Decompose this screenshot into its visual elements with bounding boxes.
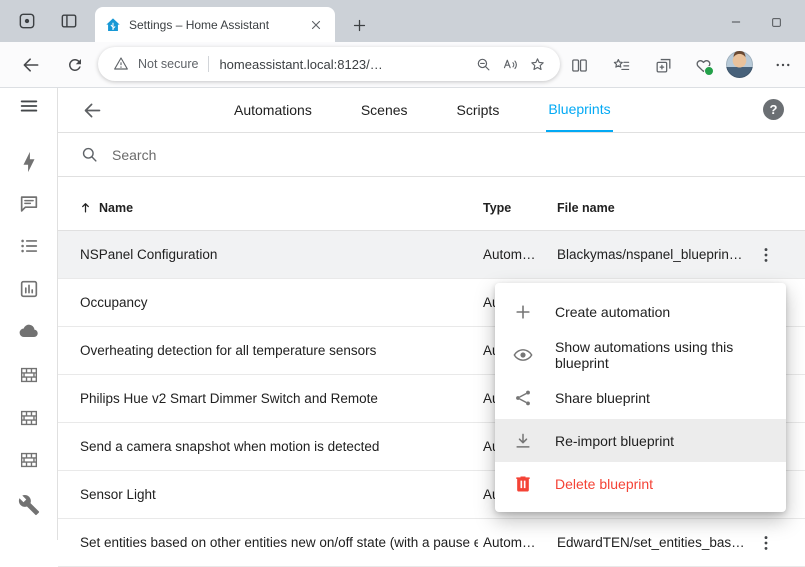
tab-close-icon[interactable] <box>307 16 325 34</box>
sidebar-item-integration-3[interactable] <box>13 444 45 476</box>
spacer <box>58 177 805 185</box>
row-overflow-icon[interactable] <box>754 531 778 555</box>
grid-icon <box>18 407 40 429</box>
column-name[interactable]: Name <box>78 185 133 230</box>
browser-tab[interactable]: Settings – Home Assistant <box>95 7 335 42</box>
profile-avatar[interactable] <box>726 51 753 78</box>
table-row[interactable]: NSPanel Configuration Autom… Blackymas/n… <box>58 231 805 279</box>
address-bar[interactable]: Not secure homeassistant.local:8123/… <box>98 47 560 81</box>
menu-item-create-automation[interactable]: Create automation <box>495 290 786 333</box>
security-label[interactable]: Not secure <box>138 57 198 71</box>
ha-header: Automations Scenes Scripts Blueprints ? <box>58 88 805 133</box>
column-file-name[interactable]: File name <box>557 185 615 230</box>
read-aloud-icon[interactable] <box>500 54 520 74</box>
browser-essentials-icon[interactable] <box>690 52 716 78</box>
menu-item-show-automations[interactable]: Show automations using this blueprint <box>495 333 786 376</box>
ha-back-icon[interactable] <box>80 98 104 122</box>
trash-icon <box>513 474 533 494</box>
chart-box-icon <box>18 278 40 300</box>
list-icon <box>18 235 40 257</box>
row-name: Sensor Light <box>80 471 156 518</box>
tab-actions-icon[interactable] <box>58 10 80 32</box>
tab-automations[interactable]: Automations <box>232 88 314 132</box>
tab-scenes[interactable]: Scenes <box>359 88 410 132</box>
search-input[interactable]: Search <box>112 147 156 163</box>
collections-icon[interactable] <box>650 52 676 78</box>
plus-icon <box>513 302 533 322</box>
eye-icon <box>513 345 533 365</box>
back-icon[interactable] <box>18 52 44 78</box>
row-type: Autom… <box>483 519 536 566</box>
row-context-menu: Create automation Show automations using… <box>495 283 786 512</box>
sort-ascending-icon <box>78 200 93 215</box>
address-divider <box>208 56 209 72</box>
zoom-out-icon[interactable] <box>473 54 493 74</box>
sidebar-item-developer-tools[interactable] <box>13 489 45 521</box>
url-text[interactable]: homeassistant.local:8123/… <box>219 57 466 72</box>
sidebar-item-cloud[interactable] <box>13 315 45 347</box>
table-row[interactable]: Set entities based on other entities new… <box>58 519 805 567</box>
status-badge <box>704 66 714 76</box>
column-type[interactable]: Type <box>483 185 511 230</box>
refresh-icon[interactable] <box>62 52 88 78</box>
download-icon <box>513 431 533 451</box>
grid-icon <box>18 449 40 471</box>
browser-toolbar: Not secure homeassistant.local:8123/… <box>0 42 805 88</box>
wrench-icon <box>18 494 40 516</box>
hamburger-icon <box>18 95 40 117</box>
row-name: NSPanel Configuration <box>80 231 217 278</box>
menu-item-share-blueprint[interactable]: Share blueprint <box>495 376 786 419</box>
sidebar-item-integration-1[interactable] <box>13 359 45 391</box>
sidebar-item-history[interactable] <box>13 273 45 305</box>
row-overflow-icon[interactable] <box>754 243 778 267</box>
ha-tab-bar: Automations Scenes Scripts Blueprints <box>232 88 613 132</box>
tab-blueprints[interactable]: Blueprints <box>546 88 612 132</box>
split-screen-icon[interactable] <box>566 52 592 78</box>
row-file: EdwardTEN/set_entities_bas… <box>557 519 745 566</box>
favorite-star-icon[interactable] <box>527 54 547 74</box>
grid-icon <box>18 364 40 386</box>
home-assistant-favicon <box>105 17 121 33</box>
share-icon <box>513 388 533 408</box>
sidebar-menu-button[interactable] <box>13 90 45 122</box>
row-name: Set entities based on other entities new… <box>80 519 478 566</box>
row-name: Occupancy <box>80 279 148 326</box>
workspaces-icon[interactable] <box>16 10 38 32</box>
ha-sidebar <box>0 88 58 540</box>
not-secure-warning-icon[interactable] <box>111 54 131 74</box>
browser-menu-icon[interactable] <box>770 52 796 78</box>
tab-scripts[interactable]: Scripts <box>455 88 502 132</box>
sidebar-item-energy[interactable] <box>13 146 45 178</box>
cloud-icon <box>18 320 40 342</box>
chat-icon <box>18 193 40 215</box>
search-bar[interactable]: Search <box>58 133 805 177</box>
window-minimize-button[interactable] <box>721 12 751 32</box>
row-type: Autom… <box>483 231 536 278</box>
row-name: Send a camera snapshot when motion is de… <box>80 423 379 470</box>
lightning-icon <box>18 151 40 173</box>
favorites-icon[interactable] <box>608 52 634 78</box>
row-name: Philips Hue v2 Smart Dimmer Switch and R… <box>80 375 378 422</box>
browser-titlebar: Settings – Home Assistant <box>0 0 805 42</box>
menu-item-delete-blueprint[interactable]: Delete blueprint <box>495 462 786 505</box>
search-icon <box>80 145 99 164</box>
sidebar-item-feedback[interactable] <box>13 188 45 220</box>
menu-item-reimport-blueprint[interactable]: Re-import blueprint <box>495 419 786 462</box>
window-restore-button[interactable] <box>761 12 791 32</box>
row-name: Overheating detection for all temperatur… <box>80 327 376 374</box>
row-file: Blackymas/nspanel_blueprin… <box>557 231 742 278</box>
help-icon[interactable]: ? <box>763 99 784 120</box>
sidebar-item-integration-2[interactable] <box>13 402 45 434</box>
tab-title: Settings – Home Assistant <box>129 18 299 32</box>
sidebar-item-todo-list[interactable] <box>13 230 45 262</box>
new-tab-button[interactable] <box>348 14 370 36</box>
table-header: Name Type File name <box>58 185 805 231</box>
